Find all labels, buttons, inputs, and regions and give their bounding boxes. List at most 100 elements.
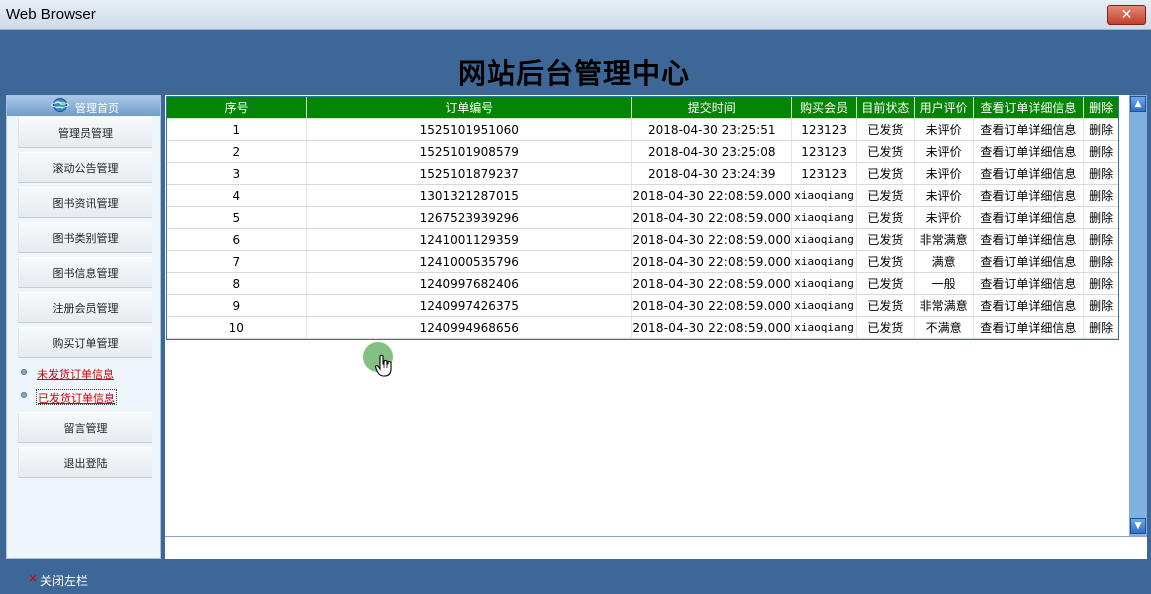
cell-submit-time: 2018-04-30 23:24:39 bbox=[631, 162, 793, 185]
cell-member: xiaoqiang bbox=[791, 294, 858, 317]
cell-order-no: 1525101908579 bbox=[306, 140, 633, 163]
close-sidebar-link[interactable]: 关闭左栏 bbox=[40, 572, 88, 589]
col-header-details: 查看订单详细信息 bbox=[972, 96, 1085, 119]
cell-order-no: 1240997426375 bbox=[306, 294, 633, 317]
cell-rating: 未评价 bbox=[914, 140, 974, 163]
cell-view-details-link[interactable]: 查看订单详细信息 bbox=[973, 228, 1085, 251]
cell-view-details-link[interactable]: 查看订单详细信息 bbox=[973, 206, 1085, 229]
sidebar-item-book-news[interactable]: 图书资讯管理 bbox=[18, 187, 152, 218]
cell-member: xiaoqiang bbox=[791, 250, 858, 273]
cell-member: xiaoqiang bbox=[791, 316, 858, 339]
cell-status: 已发货 bbox=[856, 184, 915, 207]
sidebar-subitem-shipped[interactable]: 已发货订单信息 bbox=[36, 389, 117, 405]
scroll-up-button[interactable]: ▲ bbox=[1130, 96, 1146, 112]
close-sidebar-icon[interactable]: × bbox=[28, 571, 38, 585]
table-row: 9 1240997426375 2018-04-30 22:08:59.000 xia… bbox=[166, 294, 1119, 317]
col-header-index: 序号 bbox=[165, 96, 308, 119]
cell-order-no: 1525101879237 bbox=[306, 162, 633, 185]
cell-index: 1 bbox=[166, 118, 308, 141]
sidebar-header[interactable]: 管理首页 bbox=[7, 96, 160, 116]
cell-view-details-link[interactable]: 查看订单详细信息 bbox=[973, 250, 1085, 273]
sidebar-item-orders[interactable]: 购买订单管理 bbox=[18, 327, 152, 358]
page-title: 网站后台管理中心 bbox=[457, 57, 690, 90]
sidebar-item-logout[interactable]: 退出登陆 bbox=[18, 447, 152, 478]
cell-delete-link[interactable]: 删除 bbox=[1083, 250, 1119, 273]
cell-submit-time: 2018-04-30 22:08:59.000 bbox=[631, 228, 793, 251]
cell-delete-link[interactable]: 删除 bbox=[1083, 272, 1119, 295]
table-row: 1 1525101951060 2018-04-30 23:25:51 123123 已… bbox=[166, 118, 1119, 141]
cell-index: 10 bbox=[166, 316, 308, 339]
sidebar-item-book-category[interactable]: 图书类别管理 bbox=[18, 222, 152, 253]
page-header: 网站后台管理中心 bbox=[1, 30, 1147, 94]
table-row: 6 1241001129359 2018-04-30 22:08:59.000 xia… bbox=[166, 228, 1119, 251]
cell-status: 已发货 bbox=[856, 228, 915, 251]
cell-rating: 满意 bbox=[914, 250, 974, 273]
cell-view-details-link[interactable]: 查看订单详细信息 bbox=[973, 316, 1085, 339]
sidebar-item-messages[interactable]: 留言管理 bbox=[18, 412, 152, 443]
cell-submit-time: 2018-04-30 22:08:59.000 bbox=[631, 206, 793, 229]
cell-index: 4 bbox=[166, 184, 308, 207]
table-row: 3 1525101879237 2018-04-30 23:24:39 123123 已… bbox=[166, 162, 1119, 185]
cell-order-no: 1240997682406 bbox=[306, 272, 633, 295]
cell-submit-time: 2018-04-30 22:08:59.000 bbox=[631, 250, 793, 273]
cell-delete-link[interactable]: 删除 bbox=[1083, 162, 1119, 185]
cell-member: 123123 bbox=[791, 162, 858, 185]
window-title: Web Browser bbox=[6, 6, 96, 23]
cell-member: xiaoqiang bbox=[791, 184, 858, 207]
sidebar-home-link[interactable]: 管理首页 bbox=[75, 100, 119, 116]
scroll-down-button[interactable]: ▼ bbox=[1130, 518, 1146, 534]
cell-delete-link[interactable]: 删除 bbox=[1083, 206, 1119, 229]
cell-view-details-link[interactable]: 查看订单详细信息 bbox=[973, 140, 1085, 163]
cell-view-details-link[interactable]: 查看订单详细信息 bbox=[973, 184, 1085, 207]
title-bar: Web Browser ✕ bbox=[0, 0, 1151, 30]
sidebar-item-book-info[interactable]: 图书信息管理 bbox=[18, 257, 152, 288]
col-header-order-no: 订单编号 bbox=[306, 96, 633, 119]
table-row: 8 1240997682406 2018-04-30 22:08:59.000 xia… bbox=[166, 272, 1119, 295]
sidebar-item-admin[interactable]: 管理员管理 bbox=[18, 117, 152, 148]
cell-view-details-link[interactable]: 查看订单详细信息 bbox=[973, 294, 1085, 317]
cell-status: 已发货 bbox=[856, 162, 915, 185]
cell-view-details-link[interactable]: 查看订单详细信息 bbox=[973, 118, 1085, 141]
cell-view-details-link[interactable]: 查看订单详细信息 bbox=[973, 272, 1085, 295]
cell-status: 已发货 bbox=[856, 272, 915, 295]
col-header-submit-time: 提交时间 bbox=[631, 96, 793, 119]
window-close-button[interactable]: ✕ bbox=[1107, 5, 1146, 25]
table-row: 5 1267523939296 2018-04-30 22:08:59.000 xia… bbox=[166, 206, 1119, 229]
cell-submit-time: 2018-04-30 22:08:59.000 bbox=[631, 316, 793, 339]
cell-submit-time: 2018-04-30 23:25:51 bbox=[631, 118, 793, 141]
cell-rating: 未评价 bbox=[914, 184, 974, 207]
sidebar: 管理首页 管理员管理 滚动公告管理 图书资讯管理 图书类别管理 图书信息管理 注… bbox=[6, 95, 161, 559]
table-row: 7 1241000535796 2018-04-30 22:08:59.000 xia… bbox=[166, 250, 1119, 273]
cell-index: 3 bbox=[166, 162, 308, 185]
hand-cursor-icon bbox=[374, 354, 392, 377]
cell-status: 已发货 bbox=[856, 250, 915, 273]
cell-delete-link[interactable]: 删除 bbox=[1083, 316, 1119, 339]
cell-rating: 未评价 bbox=[914, 206, 974, 229]
sidebar-subitem-unshipped[interactable]: 未发货订单信息 bbox=[37, 366, 114, 382]
cell-order-no: 1525101951060 bbox=[306, 118, 633, 141]
table-header-row: 序号 订单编号 提交时间 购买会员 目前状态 用户评价 查看订单详细信息 删除 bbox=[165, 96, 1119, 119]
sidebar-item-announcement[interactable]: 滚动公告管理 bbox=[18, 152, 152, 183]
cell-delete-link[interactable]: 删除 bbox=[1083, 294, 1119, 317]
cell-rating: 一般 bbox=[914, 272, 974, 295]
table-row: 10 1240994968656 2018-04-30 22:08:59.000 xi… bbox=[166, 316, 1119, 339]
cell-delete-link[interactable]: 删除 bbox=[1083, 184, 1119, 207]
cell-status: 已发货 bbox=[856, 316, 915, 339]
cell-delete-link[interactable]: 删除 bbox=[1083, 228, 1119, 251]
cell-order-no: 1241001129359 bbox=[306, 228, 633, 251]
cell-index: 9 bbox=[166, 294, 308, 317]
cell-view-details-link[interactable]: 查看订单详细信息 bbox=[973, 162, 1085, 185]
cell-delete-link[interactable]: 删除 bbox=[1083, 118, 1119, 141]
table-row: 4 1301321287015 2018-04-30 22:08:59.000 xia… bbox=[166, 184, 1119, 207]
cell-rating: 非常满意 bbox=[914, 294, 974, 317]
sidebar-item-members[interactable]: 注册会员管理 bbox=[18, 292, 152, 323]
cell-delete-link[interactable]: 删除 bbox=[1083, 140, 1119, 163]
bullet-icon bbox=[21, 392, 27, 398]
browser-window: Web Browser ✕ 网站后台管理中心 管理首页 管理员管理 滚动公告管理… bbox=[0, 0, 1151, 594]
bullet-icon bbox=[21, 369, 27, 375]
cell-submit-time: 2018-04-30 23:25:08 bbox=[631, 140, 793, 163]
col-header-rating: 用户评价 bbox=[913, 96, 974, 119]
cell-status: 已发货 bbox=[856, 294, 915, 317]
vertical-scrollbar[interactable]: ▲ ▼ bbox=[1129, 95, 1147, 536]
cell-order-no: 1240994968656 bbox=[306, 316, 633, 339]
